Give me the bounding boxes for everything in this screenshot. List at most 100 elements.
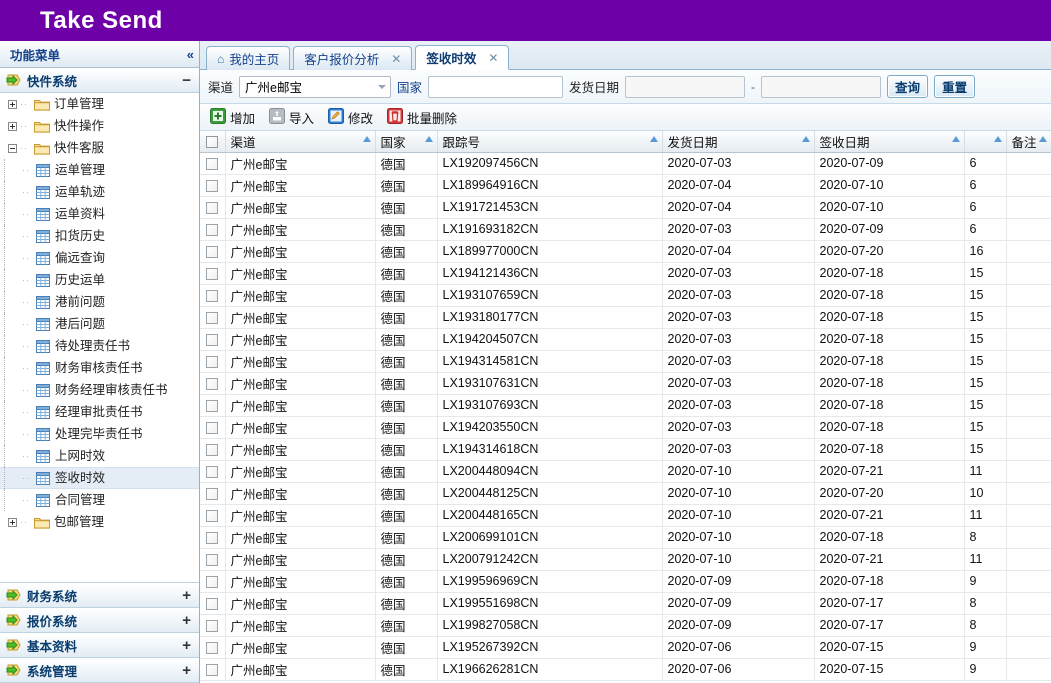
ship-date-from-input[interactable] — [625, 76, 745, 98]
sidebar-tree-item[interactable]: ··处理完毕责任书 — [0, 423, 199, 445]
sidebar-tree-item[interactable]: ··港后问题 — [0, 313, 199, 335]
table-row[interactable]: 广州e邮宝德国LX199551698CN2020-07-092020-07-17… — [200, 592, 1051, 614]
table-row[interactable]: 广州e邮宝德国LX199596969CN2020-07-092020-07-18… — [200, 570, 1051, 592]
row-checkbox[interactable] — [206, 620, 218, 632]
row-select-cell[interactable] — [200, 174, 225, 196]
expand-plus-icon[interactable] — [4, 514, 20, 530]
grid-column-header-tracking[interactable]: 跟踪号 — [437, 131, 662, 152]
row-checkbox[interactable] — [206, 334, 218, 346]
row-select-cell[interactable] — [200, 614, 225, 636]
table-row[interactable]: 广州e邮宝德国LX193107659CN2020-07-032020-07-18… — [200, 284, 1051, 306]
row-select-cell[interactable] — [200, 658, 225, 680]
table-row[interactable]: 广州e邮宝德国LX192097456CN2020-07-032020-07-09… — [200, 152, 1051, 174]
sidebar-tree-item[interactable]: ··财务经理审核责任书 — [0, 379, 199, 401]
row-checkbox[interactable] — [206, 554, 218, 566]
grid-column-header-channel[interactable]: 渠道 — [225, 131, 375, 152]
row-checkbox[interactable] — [206, 246, 218, 258]
sidebar-section-2[interactable]: 报价系统+ — [0, 608, 199, 633]
row-select-cell[interactable] — [200, 218, 225, 240]
table-row[interactable]: 广州e邮宝德国LX194314581CN2020-07-032020-07-18… — [200, 350, 1051, 372]
tab-close-icon[interactable]: ✕ — [391, 54, 401, 64]
sidebar-section-express[interactable]: 快件系统 − — [0, 68, 199, 93]
table-row[interactable]: 广州e邮宝德国LX195267392CN2020-07-062020-07-15… — [200, 636, 1051, 658]
row-checkbox[interactable] — [206, 290, 218, 302]
row-checkbox[interactable] — [206, 422, 218, 434]
row-checkbox[interactable] — [206, 400, 218, 412]
row-select-cell[interactable] — [200, 526, 225, 548]
double-chevron-left-icon[interactable]: « — [187, 47, 192, 62]
row-select-cell[interactable] — [200, 438, 225, 460]
sidebar-tree-item[interactable]: ··上网时效 — [0, 445, 199, 467]
row-select-cell[interactable] — [200, 152, 225, 174]
expand-plus-icon[interactable]: + — [182, 641, 191, 651]
tab-1[interactable]: 客户报价分析✕ — [293, 46, 412, 70]
grid-column-header-days[interactable] — [964, 131, 1006, 152]
row-checkbox[interactable] — [206, 444, 218, 456]
table-row[interactable]: 广州e邮宝德国LX194121436CN2020-07-032020-07-18… — [200, 262, 1051, 284]
row-select-cell[interactable] — [200, 504, 225, 526]
expand-plus-icon[interactable]: + — [182, 616, 191, 626]
row-select-cell[interactable] — [200, 394, 225, 416]
row-checkbox[interactable] — [206, 466, 218, 478]
row-checkbox[interactable] — [206, 158, 218, 170]
row-checkbox[interactable] — [206, 224, 218, 236]
sort-asc-icon[interactable] — [363, 136, 371, 142]
row-checkbox[interactable] — [206, 312, 218, 324]
row-select-cell[interactable] — [200, 482, 225, 504]
sidebar-tree-item[interactable]: ··合同管理 — [0, 489, 199, 511]
row-checkbox[interactable] — [206, 510, 218, 522]
tab-close-icon[interactable]: ✕ — [488, 53, 498, 63]
table-row[interactable]: 广州e邮宝德国LX196626281CN2020-07-062020-07-15… — [200, 658, 1051, 680]
sidebar-tree-item[interactable]: ··运单资料 — [0, 203, 199, 225]
tab-2[interactable]: 签收时效✕ — [415, 45, 509, 70]
grid-column-header-ship[interactable]: 发货日期 — [662, 131, 814, 152]
row-checkbox[interactable] — [206, 664, 218, 676]
row-select-cell[interactable] — [200, 284, 225, 306]
sidebar-tree-item[interactable]: ··运单轨迹 — [0, 181, 199, 203]
row-select-cell[interactable] — [200, 328, 225, 350]
row-select-cell[interactable] — [200, 262, 225, 284]
sidebar-tree-item[interactable]: ··偏远查询 — [0, 247, 199, 269]
table-row[interactable]: 广州e邮宝德国LX193107693CN2020-07-032020-07-18… — [200, 394, 1051, 416]
grid-select-all-header[interactable] — [200, 131, 225, 152]
sidebar-tree-item[interactable]: ··经理审批责任书 — [0, 401, 199, 423]
row-select-cell[interactable] — [200, 196, 225, 218]
grid-column-header-remark[interactable]: 备注 — [1006, 131, 1051, 152]
table-row[interactable]: 广州e邮宝德国LX193180177CN2020-07-032020-07-18… — [200, 306, 1051, 328]
row-checkbox[interactable] — [206, 598, 218, 610]
tab-0[interactable]: ⌂我的主页 — [206, 46, 290, 70]
expand-plus-icon[interactable]: + — [182, 666, 191, 676]
sort-asc-icon[interactable] — [1039, 136, 1047, 142]
sort-asc-icon[interactable] — [650, 136, 658, 142]
expand-plus-icon[interactable] — [4, 118, 20, 134]
sidebar-section-1[interactable]: 财务系统+ — [0, 583, 199, 608]
table-row[interactable]: 广州e邮宝德国LX194314618CN2020-07-032020-07-18… — [200, 438, 1051, 460]
table-row[interactable]: 广州e邮宝德国LX200448094CN2020-07-102020-07-21… — [200, 460, 1051, 482]
row-select-cell[interactable] — [200, 240, 225, 262]
table-row[interactable]: 广州e邮宝德国LX200448165CN2020-07-102020-07-21… — [200, 504, 1051, 526]
row-select-cell[interactable] — [200, 306, 225, 328]
row-checkbox[interactable] — [206, 642, 218, 654]
toolbar-button-batch-delete[interactable]: 批量删除 — [384, 105, 464, 130]
table-row[interactable]: 广州e邮宝德国LX191721453CN2020-07-042020-07-10… — [200, 196, 1051, 218]
table-row[interactable]: 广州e邮宝德国LX200791242CN2020-07-102020-07-21… — [200, 548, 1051, 570]
row-checkbox[interactable] — [206, 268, 218, 280]
row-select-cell[interactable] — [200, 416, 225, 438]
table-row[interactable]: 广州e邮宝德国LX200699101CN2020-07-102020-07-18… — [200, 526, 1051, 548]
row-checkbox[interactable] — [206, 576, 218, 588]
select-all-checkbox[interactable] — [206, 136, 218, 148]
sidebar-section-3[interactable]: 基本资料+ — [0, 633, 199, 658]
sidebar-tree-item[interactable]: ··财务审核责任书 — [0, 357, 199, 379]
row-select-cell[interactable] — [200, 372, 225, 394]
sort-asc-icon[interactable] — [802, 136, 810, 142]
collapse-minus-icon[interactable] — [4, 140, 20, 156]
sidebar-tree-item[interactable]: ··包邮管理 — [0, 511, 199, 533]
sort-asc-icon[interactable] — [994, 136, 1002, 142]
ship-date-to-input[interactable] — [761, 76, 881, 98]
row-checkbox[interactable] — [206, 378, 218, 390]
sidebar-tree-item[interactable]: ··快件客服 — [0, 137, 199, 159]
row-select-cell[interactable] — [200, 548, 225, 570]
table-row[interactable]: 广州e邮宝德国LX194204507CN2020-07-032020-07-18… — [200, 328, 1051, 350]
row-select-cell[interactable] — [200, 570, 225, 592]
sidebar-tree-item[interactable]: ··签收时效 — [0, 467, 199, 489]
